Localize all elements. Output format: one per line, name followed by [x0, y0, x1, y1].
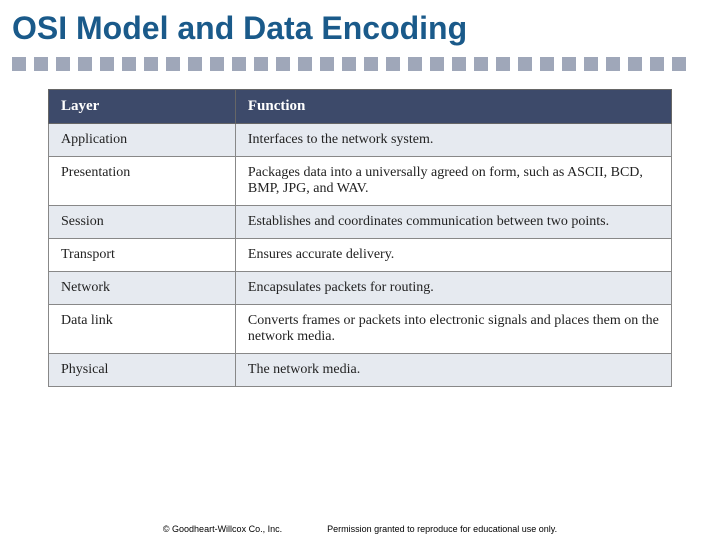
table-header-row: Layer Function [49, 90, 672, 124]
cell-function: The network media. [235, 354, 671, 387]
cell-function: Ensures accurate delivery. [235, 239, 671, 272]
dot-icon [386, 57, 400, 71]
dot-icon [452, 57, 466, 71]
dot-icon [540, 57, 554, 71]
cell-layer: Data link [49, 305, 236, 354]
dot-icon [12, 57, 26, 71]
footer: © Goodheart-Willcox Co., Inc. Permission… [0, 524, 720, 534]
dot-icon [122, 57, 136, 71]
table-row: Application Interfaces to the network sy… [49, 124, 672, 157]
header-function: Function [235, 90, 671, 124]
decorative-dots [12, 57, 720, 71]
cell-layer: Physical [49, 354, 236, 387]
osi-table-wrap: Layer Function Application Interfaces to… [48, 89, 672, 387]
cell-layer: Application [49, 124, 236, 157]
dot-icon [298, 57, 312, 71]
cell-layer: Transport [49, 239, 236, 272]
dot-icon [584, 57, 598, 71]
dot-icon [562, 57, 576, 71]
dot-icon [474, 57, 488, 71]
dot-icon [188, 57, 202, 71]
dot-icon [496, 57, 510, 71]
dot-icon [430, 57, 444, 71]
slide: OSI Model and Data Encoding [0, 0, 720, 540]
cell-layer: Network [49, 272, 236, 305]
table-row: Network Encapsulates packets for routing… [49, 272, 672, 305]
dot-icon [628, 57, 642, 71]
table-row: Session Establishes and coordinates comm… [49, 206, 672, 239]
dot-icon [518, 57, 532, 71]
dot-icon [100, 57, 114, 71]
dot-icon [254, 57, 268, 71]
table-row: Presentation Packages data into a univer… [49, 157, 672, 206]
cell-layer: Session [49, 206, 236, 239]
permission-text: Permission granted to reproduce for educ… [327, 524, 557, 534]
cell-function: Converts frames or packets into electron… [235, 305, 671, 354]
dot-icon [78, 57, 92, 71]
dot-icon [56, 57, 70, 71]
cell-function: Packages data into a universally agreed … [235, 157, 671, 206]
header-layer: Layer [49, 90, 236, 124]
table-row: Data link Converts frames or packets int… [49, 305, 672, 354]
cell-function: Interfaces to the network system. [235, 124, 671, 157]
dot-icon [210, 57, 224, 71]
osi-table: Layer Function Application Interfaces to… [48, 89, 672, 387]
dot-icon [342, 57, 356, 71]
dot-icon [276, 57, 290, 71]
page-title: OSI Model and Data Encoding [0, 0, 720, 53]
dot-icon [166, 57, 180, 71]
dot-icon [34, 57, 48, 71]
dot-icon [364, 57, 378, 71]
cell-function: Encapsulates packets for routing. [235, 272, 671, 305]
cell-function: Establishes and coordinates communicatio… [235, 206, 671, 239]
copyright-text: © Goodheart-Willcox Co., Inc. [163, 524, 282, 534]
dot-icon [320, 57, 334, 71]
table-row: Physical The network media. [49, 354, 672, 387]
dot-icon [606, 57, 620, 71]
table-row: Transport Ensures accurate delivery. [49, 239, 672, 272]
dot-icon [232, 57, 246, 71]
dot-icon [650, 57, 664, 71]
dot-icon [144, 57, 158, 71]
dot-icon [408, 57, 422, 71]
cell-layer: Presentation [49, 157, 236, 206]
dot-icon [672, 57, 686, 71]
